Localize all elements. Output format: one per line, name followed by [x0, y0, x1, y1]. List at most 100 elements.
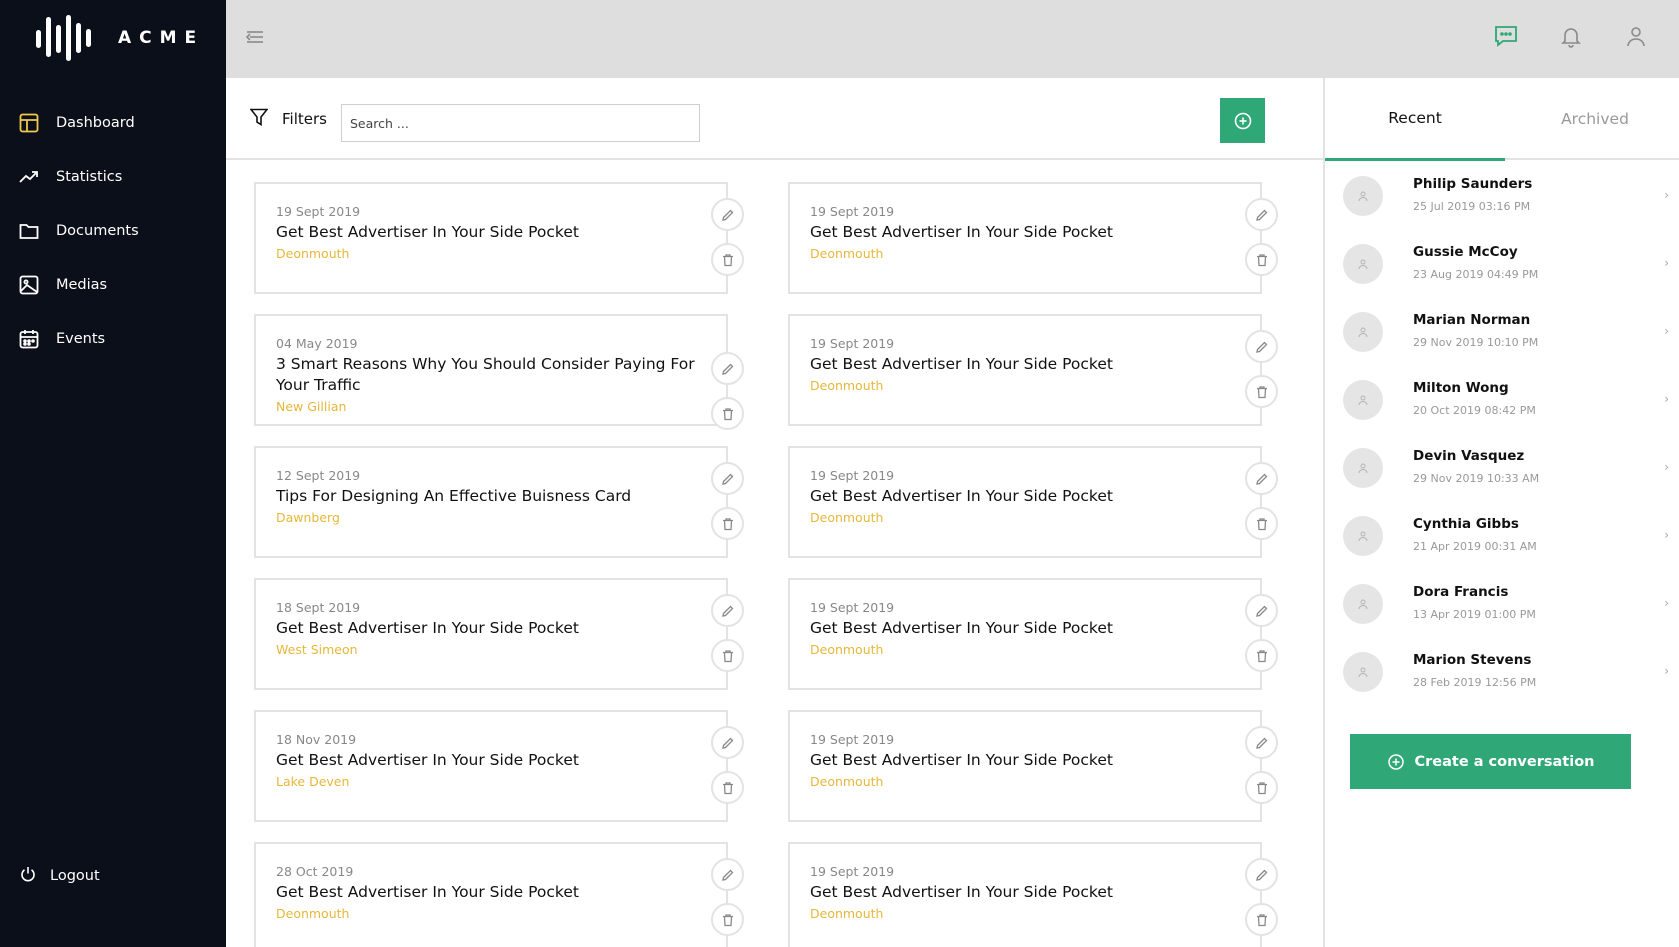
- trending-up-icon: [18, 166, 40, 188]
- conversation-time: 25 Jul 2019 03:16 PM: [1413, 200, 1531, 213]
- dashboard-icon: [18, 112, 40, 134]
- card-date: 28 Oct 2019: [276, 864, 354, 879]
- sidebar-item-events[interactable]: Events: [0, 312, 226, 366]
- logout-label: Logout: [50, 868, 100, 884]
- filter-icon: [249, 108, 269, 130]
- post-card[interactable]: 19 Sept 2019 Get Best Advertiser In Your…: [788, 182, 1278, 294]
- add-button[interactable]: [1220, 98, 1265, 143]
- create-conversation-label: Create a conversation: [1414, 753, 1595, 770]
- sidebar: ACME Dashboard Statistics Documents Medi…: [0, 0, 226, 947]
- conversation-item[interactable]: Philip Saunders 25 Jul 2019 03:16 PM ›: [1325, 162, 1679, 230]
- logout-button[interactable]: Logout: [20, 866, 100, 886]
- delete-button[interactable]: [1245, 903, 1278, 936]
- pencil-icon: [1255, 737, 1267, 749]
- delete-button[interactable]: [1245, 507, 1278, 540]
- bell-icon[interactable]: [1558, 23, 1584, 49]
- sidebar-item-dashboard[interactable]: Dashboard: [0, 96, 226, 150]
- post-card[interactable]: 12 Sept 2019 Tips For Designing An Effec…: [254, 446, 744, 558]
- delete-button[interactable]: [711, 507, 744, 540]
- conversation-item[interactable]: Milton Wong 20 Oct 2019 08:42 PM ›: [1325, 366, 1679, 434]
- conversation-item[interactable]: Marion Stevens 28 Feb 2019 12:56 PM ›: [1325, 638, 1679, 706]
- sidebar-item-statistics[interactable]: Statistics: [0, 150, 226, 204]
- sidebar-nav: Dashboard Statistics Documents Medias Ev…: [0, 96, 226, 366]
- post-card[interactable]: 19 Sept 2019 Get Best Advertiser In Your…: [788, 446, 1278, 558]
- menu-collapse-icon[interactable]: [244, 26, 268, 50]
- post-card[interactable]: 19 Sept 2019 Get Best Advertiser In Your…: [788, 710, 1278, 822]
- create-conversation-button[interactable]: Create a conversation: [1350, 734, 1631, 789]
- conversation-item[interactable]: Gussie McCoy 23 Aug 2019 04:49 PM ›: [1325, 230, 1679, 298]
- post-card[interactable]: 19 Sept 2019 Get Best Advertiser In Your…: [788, 578, 1278, 690]
- chat-icon[interactable]: [1493, 23, 1519, 49]
- delete-button[interactable]: [1245, 375, 1278, 408]
- conversation-item[interactable]: Dora Francis 13 Apr 2019 01:00 PM ›: [1325, 570, 1679, 638]
- trash-icon: [1256, 781, 1267, 794]
- avatar: [1343, 312, 1383, 352]
- delete-button[interactable]: [1245, 243, 1278, 276]
- card-location: Deonmouth: [276, 906, 350, 921]
- edit-button[interactable]: [1245, 330, 1278, 363]
- user-icon: [1358, 599, 1368, 610]
- delete-button[interactable]: [711, 639, 744, 672]
- edit-button[interactable]: [1245, 726, 1278, 759]
- tab-archived[interactable]: Archived: [1505, 78, 1679, 160]
- tab-recent[interactable]: Recent: [1325, 78, 1505, 161]
- card-date: 04 May 2019: [276, 336, 358, 351]
- edit-button[interactable]: [711, 726, 744, 759]
- delete-button[interactable]: [711, 771, 744, 804]
- avatar: [1343, 516, 1383, 556]
- post-card[interactable]: 19 Sept 2019 Get Best Advertiser In Your…: [788, 314, 1278, 426]
- user-icon: [1358, 463, 1368, 474]
- edit-button[interactable]: [1245, 462, 1278, 495]
- conversation-time: 21 Apr 2019 00:31 AM: [1413, 540, 1537, 553]
- edit-button[interactable]: [1245, 594, 1278, 627]
- pencil-icon: [1255, 209, 1267, 221]
- user-icon: [1358, 191, 1368, 202]
- conversation-name: Marian Norman: [1413, 312, 1531, 328]
- pencil-icon: [721, 209, 733, 221]
- conversation-time: 28 Feb 2019 12:56 PM: [1413, 676, 1537, 689]
- edit-button[interactable]: [711, 462, 744, 495]
- post-card[interactable]: 04 May 2019 3 Smart Reasons Why You Shou…: [254, 314, 744, 430]
- edit-button[interactable]: [711, 594, 744, 627]
- filters-button[interactable]: Filters: [249, 108, 327, 130]
- card-title: Get Best Advertiser In Your Side Pocket D…: [810, 750, 1230, 793]
- sidebar-item-documents[interactable]: Documents: [0, 204, 226, 258]
- card-title: Tips For Designing An Effective Buisness…: [276, 486, 696, 529]
- power-icon: [20, 866, 36, 886]
- delete-button[interactable]: [711, 903, 744, 936]
- conversation-name: Cynthia Gibbs: [1413, 516, 1519, 532]
- user-icon[interactable]: [1623, 23, 1649, 49]
- trash-icon: [722, 649, 733, 662]
- delete-button[interactable]: [711, 397, 744, 430]
- search-input[interactable]: [341, 104, 700, 142]
- edit-button[interactable]: [1245, 858, 1278, 891]
- post-card[interactable]: 19 Sept 2019 Get Best Advertiser In Your…: [788, 842, 1278, 947]
- sidebar-item-label: Medias: [56, 277, 108, 293]
- edit-button[interactable]: [711, 858, 744, 891]
- edit-button[interactable]: [1245, 198, 1278, 231]
- card-title-text: Get Best Advertiser In Your Side Pocket: [276, 223, 579, 241]
- conversation-item[interactable]: Cynthia Gibbs 21 Apr 2019 00:31 AM ›: [1325, 502, 1679, 570]
- card-date: 12 Sept 2019: [276, 468, 361, 483]
- sidebar-item-medias[interactable]: Medias: [0, 258, 226, 312]
- conversation-item[interactable]: Marian Norman 29 Nov 2019 10:10 PM ›: [1325, 298, 1679, 366]
- card-title-text: Get Best Advertiser In Your Side Pocket: [810, 619, 1113, 637]
- conversation-item[interactable]: Devin Vasquez 29 Nov 2019 10:33 AM ›: [1325, 434, 1679, 502]
- edit-button[interactable]: [711, 198, 744, 231]
- delete-button[interactable]: [1245, 639, 1278, 672]
- card-location: Deonmouth: [810, 906, 884, 921]
- edit-button[interactable]: [711, 352, 744, 385]
- pencil-icon: [721, 737, 733, 749]
- delete-button[interactable]: [1245, 771, 1278, 804]
- post-card[interactable]: 19 Sept 2019 Get Best Advertiser In Your…: [254, 182, 744, 294]
- logo[interactable]: ACME: [36, 15, 204, 61]
- card-title-text: Get Best Advertiser In Your Side Pocket: [276, 751, 579, 769]
- card-title-text: Get Best Advertiser In Your Side Pocket: [276, 619, 579, 637]
- post-card[interactable]: 18 Nov 2019 Get Best Advertiser In Your …: [254, 710, 744, 822]
- delete-button[interactable]: [711, 243, 744, 276]
- post-card[interactable]: 28 Oct 2019 Get Best Advertiser In Your …: [254, 842, 744, 947]
- card-location: Deonmouth: [810, 378, 884, 393]
- post-card[interactable]: 18 Sept 2019 Get Best Advertiser In Your…: [254, 578, 744, 690]
- sidebar-item-label: Dashboard: [56, 115, 135, 131]
- avatar: [1343, 584, 1383, 624]
